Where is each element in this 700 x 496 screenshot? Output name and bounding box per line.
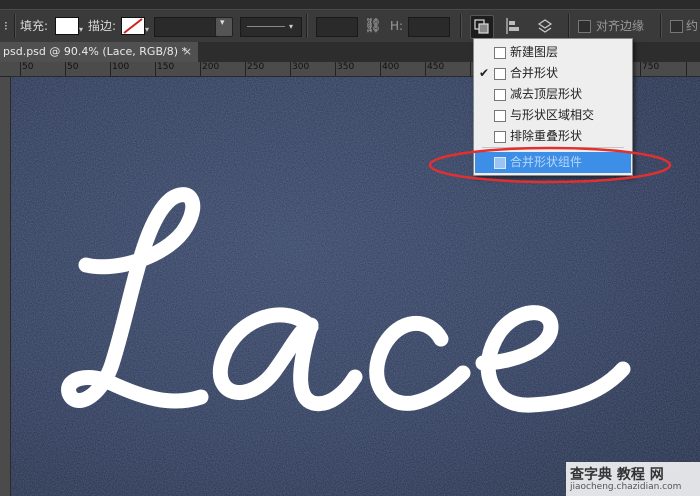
fill-label: 填充: — [20, 19, 49, 33]
watermark-title: 查字典 教程 网 — [570, 467, 664, 483]
divider — [306, 14, 308, 38]
ruler-tick — [155, 62, 156, 76]
ruler-tick — [640, 62, 641, 76]
ruler-tick — [425, 62, 426, 76]
menu-item-new-layer[interactable]: 新建图层 — [475, 42, 631, 63]
width-field[interactable] — [316, 17, 358, 37]
line-preview — [247, 26, 285, 27]
chevron-down-icon[interactable]: ▾ — [145, 20, 149, 40]
ruler-tick — [470, 62, 471, 76]
ruler-tick — [380, 62, 381, 76]
stroke-type-dropdown[interactable]: ▾ — [240, 17, 302, 37]
link-icon[interactable]: ⛓ — [364, 16, 382, 36]
ruler-label: 100 — [112, 62, 130, 72]
align-edges-checkbox[interactable] — [578, 20, 591, 33]
divider — [568, 14, 570, 38]
ruler-label: 350 — [337, 62, 355, 72]
height-field[interactable] — [408, 17, 450, 37]
ruler-label: 450 — [427, 62, 445, 72]
ruler-label: 50 — [22, 62, 34, 72]
chevron-down-icon: ▾ — [220, 18, 225, 28]
stroke-label: 描边: — [88, 19, 117, 33]
align-edges-label: 对齐边缘 — [596, 19, 645, 33]
ruler-tick — [686, 62, 687, 76]
align-icon — [506, 18, 519, 34]
stroke-width-field[interactable] — [154, 17, 218, 37]
constrain-label: 约 — [686, 19, 699, 33]
ruler-label: 50 — [67, 62, 79, 72]
menu-item-label: 与形状区域相交 — [510, 108, 595, 122]
menu-item-combine-shapes[interactable]: ✔ 合并形状 — [475, 63, 631, 84]
ruler-label: 250 — [247, 62, 265, 72]
vertical-ruler — [0, 77, 11, 496]
subtract-shape-icon — [494, 89, 506, 101]
options-bar-grip: ⁝ — [4, 19, 8, 33]
intersect-shape-icon — [494, 110, 506, 122]
document-title: psd.psd @ 90.4% (Lace, RGB/8) * — [3, 45, 187, 58]
path-alignment-button[interactable] — [502, 15, 524, 37]
ruler-tick — [110, 62, 111, 76]
constrain-checkbox[interactable] — [670, 20, 683, 33]
close-icon[interactable]: × — [183, 42, 192, 62]
checkmark-icon: ✔ — [479, 66, 490, 80]
watermark-url: jiaocheng.chazidian.com — [570, 482, 682, 492]
divider — [14, 14, 16, 38]
chevron-down-icon: ▾ — [289, 22, 294, 31]
menu-item-label: 减去顶层形状 — [510, 87, 583, 101]
combine-shapes-icon — [494, 68, 506, 80]
exclude-shape-icon — [494, 131, 506, 143]
stroke-color-swatch[interactable] — [121, 17, 145, 35]
ruler-tick — [20, 62, 21, 76]
new-layer-icon — [494, 47, 506, 59]
height-label: H: — [390, 19, 404, 33]
menu-item-intersect-shape-areas[interactable]: 与形状区域相交 — [475, 105, 631, 126]
path-operations-icon — [474, 19, 489, 34]
ruler-label: 750 — [642, 62, 660, 72]
ruler-label: 300 — [292, 62, 310, 72]
ruler-tick — [65, 62, 66, 76]
ruler-tick — [335, 62, 336, 76]
menu-item-subtract-front-shape[interactable]: 减去顶层形状 — [475, 84, 631, 105]
ruler-tick — [200, 62, 201, 76]
chevron-down-icon[interactable]: ▾ — [79, 20, 83, 40]
stroke-width-dropdown[interactable]: ▾ — [215, 17, 233, 37]
no-color-slash-icon — [123, 18, 143, 34]
menu-item-label: 新建图层 — [510, 45, 559, 59]
ruler-label: 400 — [382, 62, 400, 72]
fill-color-swatch[interactable] — [55, 17, 79, 35]
ruler-tick — [245, 62, 246, 76]
divider — [460, 14, 462, 38]
watermark: 查字典 教程 网 jiaocheng.chazidian.com — [566, 462, 700, 496]
menu-item-label: 合并形状 — [510, 66, 559, 80]
ruler-tick — [290, 62, 291, 76]
document-tab[interactable]: psd.psd @ 90.4% (Lace, RGB/8) * × — [0, 42, 198, 62]
ruler-label: 150 — [157, 62, 175, 72]
path-operations-button[interactable] — [470, 15, 494, 39]
path-arrangement-button[interactable] — [534, 15, 556, 37]
ruler-label: 200 — [202, 62, 220, 72]
divider — [660, 14, 662, 38]
highlight-annotation-ellipse — [428, 146, 672, 184]
arrange-icon — [537, 19, 553, 33]
